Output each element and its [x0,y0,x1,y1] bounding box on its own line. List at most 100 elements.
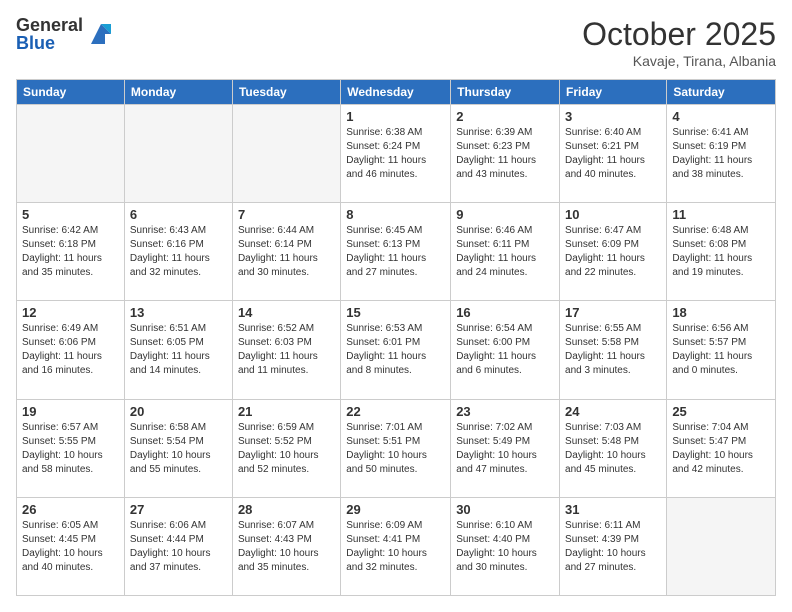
day-number: 10 [565,207,661,222]
day-info: Sunrise: 6:06 AM Sunset: 4:44 PM Dayligh… [130,519,227,575]
calendar-cell: 31Sunrise: 6:11 AM Sunset: 4:39 PM Dayli… [560,497,667,595]
day-number: 21 [238,404,335,419]
calendar-cell: 4 Sunrise: 6:41 AM Sunset: 6:19 PM Daylig… [667,105,776,203]
calendar-cell [232,105,340,203]
day-info: Sunrise: 6:48 AM Sunset: 6:08 PM Dayligh… [672,224,770,280]
calendar-table: SundayMondayTuesdayWednesdayThursdayFrid… [16,79,776,596]
page: General Blue October 2025 Kavaje, Tirana… [0,0,792,612]
day-info: Sunrise: 6:07 AM Sunset: 4:43 PM Dayligh… [238,519,335,575]
weekday-header-sunday: Sunday [17,80,125,105]
calendar-cell: 21 Sunrise: 6:59 AM Sunset: 5:52 PM Dayli… [232,399,340,497]
day-info: Sunrise: 6:59 AM Sunset: 5:52 PM Dayligh… [238,421,335,477]
day-number: 6 [130,207,227,222]
calendar-cell: 12 Sunrise: 6:49 AM Sunset: 6:06 PM Dayli… [17,301,125,399]
day-info: Sunrise: 7:03 AM Sunset: 5:48 PM Dayligh… [565,421,661,477]
day-info: Sunrise: 6:53 AM Sunset: 6:01 PM Dayligh… [346,322,445,378]
calendar-cell: 23 Sunrise: 7:02 AM Sunset: 5:49 PM Dayli… [451,399,560,497]
day-info: Sunrise: 6:54 AM Sunset: 6:00 PM Dayligh… [456,322,554,378]
day-number: 25 [672,404,770,419]
day-number: 20 [130,404,227,419]
calendar-cell: 15 Sunrise: 6:53 AM Sunset: 6:01 PM Dayli… [341,301,451,399]
calendar-week-row: 12 Sunrise: 6:49 AM Sunset: 6:06 PM Dayli… [17,301,776,399]
calendar-cell: 16 Sunrise: 6:54 AM Sunset: 6:00 PM Dayli… [451,301,560,399]
day-number: 16 [456,305,554,320]
logo-icon [87,20,115,48]
day-info: Sunrise: 6:09 AM Sunset: 4:41 PM Dayligh… [346,519,445,575]
calendar-cell [17,105,125,203]
weekday-header-monday: Monday [124,80,232,105]
day-number: 3 [565,109,661,124]
month-title: October 2025 [582,16,776,53]
calendar-cell: 30 Sunrise: 6:10 AM Sunset: 4:40 PM Dayli… [451,497,560,595]
logo-text: General Blue [16,16,83,52]
calendar-cell: 18 Sunrise: 6:56 AM Sunset: 5:57 PM Dayli… [667,301,776,399]
calendar-cell: 6 Sunrise: 6:43 AM Sunset: 6:16 PM Daylig… [124,203,232,301]
day-info: Sunrise: 6:10 AM Sunset: 4:40 PM Dayligh… [456,519,554,575]
calendar-cell: 7Sunrise: 6:44 AM Sunset: 6:14 PM Daylig… [232,203,340,301]
day-info: Sunrise: 6:58 AM Sunset: 5:54 PM Dayligh… [130,421,227,477]
day-info: Sunrise: 6:45 AM Sunset: 6:13 PM Dayligh… [346,224,445,280]
calendar-cell: 14Sunrise: 6:52 AM Sunset: 6:03 PM Dayli… [232,301,340,399]
day-number: 14 [238,305,335,320]
calendar-cell: 1Sunrise: 6:38 AM Sunset: 6:24 PM Daylig… [341,105,451,203]
title-section: October 2025 Kavaje, Tirana, Albania [582,16,776,69]
day-number: 4 [672,109,770,124]
weekday-header-friday: Friday [560,80,667,105]
day-info: Sunrise: 6:38 AM Sunset: 6:24 PM Dayligh… [346,126,445,182]
day-number: 12 [22,305,119,320]
day-number: 30 [456,502,554,517]
calendar-cell: 2 Sunrise: 6:39 AM Sunset: 6:23 PM Daylig… [451,105,560,203]
calendar-cell [124,105,232,203]
day-info: Sunrise: 6:43 AM Sunset: 6:16 PM Dayligh… [130,224,227,280]
day-info: Sunrise: 6:55 AM Sunset: 5:58 PM Dayligh… [565,322,661,378]
day-number: 31 [565,502,661,517]
calendar-cell: 10Sunrise: 6:47 AM Sunset: 6:09 PM Dayli… [560,203,667,301]
day-info: Sunrise: 6:46 AM Sunset: 6:11 PM Dayligh… [456,224,554,280]
day-number: 22 [346,404,445,419]
calendar-cell: 5 Sunrise: 6:42 AM Sunset: 6:18 PM Daylig… [17,203,125,301]
day-info: Sunrise: 6:56 AM Sunset: 5:57 PM Dayligh… [672,322,770,378]
location-subtitle: Kavaje, Tirana, Albania [582,53,776,69]
day-info: Sunrise: 6:40 AM Sunset: 6:21 PM Dayligh… [565,126,661,182]
day-info: Sunrise: 6:05 AM Sunset: 4:45 PM Dayligh… [22,519,119,575]
calendar-cell: 3 Sunrise: 6:40 AM Sunset: 6:21 PM Daylig… [560,105,667,203]
day-info: Sunrise: 6:49 AM Sunset: 6:06 PM Dayligh… [22,322,119,378]
weekday-header-wednesday: Wednesday [341,80,451,105]
weekday-header-saturday: Saturday [667,80,776,105]
calendar-cell: 19 Sunrise: 6:57 AM Sunset: 5:55 PM Dayli… [17,399,125,497]
calendar-cell: 8Sunrise: 6:45 AM Sunset: 6:13 PM Daylig… [341,203,451,301]
calendar-cell: 28 Sunrise: 6:07 AM Sunset: 4:43 PM Dayli… [232,497,340,595]
day-number: 11 [672,207,770,222]
day-number: 18 [672,305,770,320]
day-number: 13 [130,305,227,320]
day-number: 26 [22,502,119,517]
calendar-cell: 17Sunrise: 6:55 AM Sunset: 5:58 PM Dayli… [560,301,667,399]
calendar-cell: 26 Sunrise: 6:05 AM Sunset: 4:45 PM Dayli… [17,497,125,595]
logo: General Blue [16,16,115,52]
header: General Blue October 2025 Kavaje, Tirana… [16,16,776,69]
logo-general: General [16,16,83,34]
calendar-cell: 11 Sunrise: 6:48 AM Sunset: 6:08 PM Dayli… [667,203,776,301]
calendar-week-row: 26 Sunrise: 6:05 AM Sunset: 4:45 PM Dayli… [17,497,776,595]
day-info: Sunrise: 6:41 AM Sunset: 6:19 PM Dayligh… [672,126,770,182]
calendar-cell: 29 Sunrise: 6:09 AM Sunset: 4:41 PM Dayli… [341,497,451,595]
calendar-header-row: SundayMondayTuesdayWednesdayThursdayFrid… [17,80,776,105]
day-info: Sunrise: 6:44 AM Sunset: 6:14 PM Dayligh… [238,224,335,280]
day-number: 28 [238,502,335,517]
day-number: 2 [456,109,554,124]
day-number: 15 [346,305,445,320]
day-number: 23 [456,404,554,419]
day-info: Sunrise: 6:42 AM Sunset: 6:18 PM Dayligh… [22,224,119,280]
day-number: 29 [346,502,445,517]
calendar-week-row: 5 Sunrise: 6:42 AM Sunset: 6:18 PM Daylig… [17,203,776,301]
day-info: Sunrise: 6:57 AM Sunset: 5:55 PM Dayligh… [22,421,119,477]
day-info: Sunrise: 6:39 AM Sunset: 6:23 PM Dayligh… [456,126,554,182]
day-number: 5 [22,207,119,222]
weekday-header-thursday: Thursday [451,80,560,105]
day-info: Sunrise: 6:51 AM Sunset: 6:05 PM Dayligh… [130,322,227,378]
day-number: 24 [565,404,661,419]
day-info: Sunrise: 7:04 AM Sunset: 5:47 PM Dayligh… [672,421,770,477]
weekday-header-tuesday: Tuesday [232,80,340,105]
day-number: 19 [22,404,119,419]
day-info: Sunrise: 7:02 AM Sunset: 5:49 PM Dayligh… [456,421,554,477]
